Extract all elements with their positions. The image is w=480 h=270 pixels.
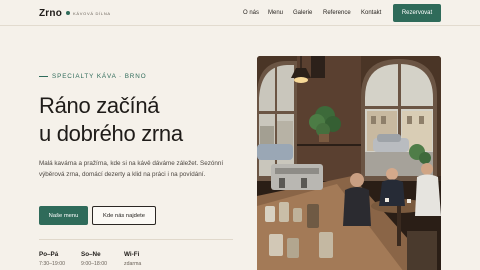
hero-eyebrow: SPECIALTY KÁVA · BRNO (39, 73, 147, 80)
top-nav: Zrno KÁVOVÁ DÍLNA O nás Menu Galerie Ref… (0, 0, 480, 26)
hero-headline: Ráno začíná u dobrého zrna (39, 92, 183, 148)
info-label: Po–Pá (39, 251, 59, 258)
find-us-button[interactable]: Kde nás najdete (92, 206, 156, 225)
headline-line-2: u dobrého zrna (39, 121, 183, 146)
info-value: zdarma (124, 261, 142, 267)
nav-link-galerie[interactable]: Galerie (293, 10, 312, 16)
hero-lead: Malá kavárna a pražírna, kde si na kávě … (39, 160, 224, 178)
info-weekdays: Po–Pá 7:30–19:00 (39, 251, 65, 267)
info-weekend: So–Ne 9:00–18:00 (81, 251, 107, 267)
reserve-button[interactable]: Rezervovat (393, 4, 441, 22)
info-label: So–Ne (81, 251, 101, 258)
info-divider (39, 239, 233, 240)
nav-link-menu[interactable]: Menu (268, 10, 283, 16)
info-label: Wi-Fi (124, 251, 140, 258)
info-wifi: Wi-Fi zdarma (124, 251, 141, 267)
eyebrow-line (39, 76, 48, 77)
info-value: 9:00–18:00 (81, 261, 107, 267)
nav-link-reference[interactable]: Reference (323, 10, 351, 16)
nav-link-kontakt[interactable]: Kontakt (361, 10, 381, 16)
menu-button[interactable]: Naše menu (39, 206, 88, 225)
brand-tagline: KÁVOVÁ DÍLNA (73, 10, 111, 16)
brand-dot-icon (66, 11, 71, 15)
eyebrow-text: SPECIALTY KÁVA · BRNO (52, 73, 147, 80)
brand-name: Zrno (39, 7, 63, 19)
cafe-interior-photo (257, 56, 441, 270)
headline-line-1: Ráno začíná (39, 93, 160, 118)
brand-logo[interactable]: Zrno KÁVOVÁ DÍLNA (39, 7, 111, 19)
info-value: 7:30–19:00 (39, 261, 65, 267)
nav-link-o-nas[interactable]: O nás (243, 10, 259, 16)
